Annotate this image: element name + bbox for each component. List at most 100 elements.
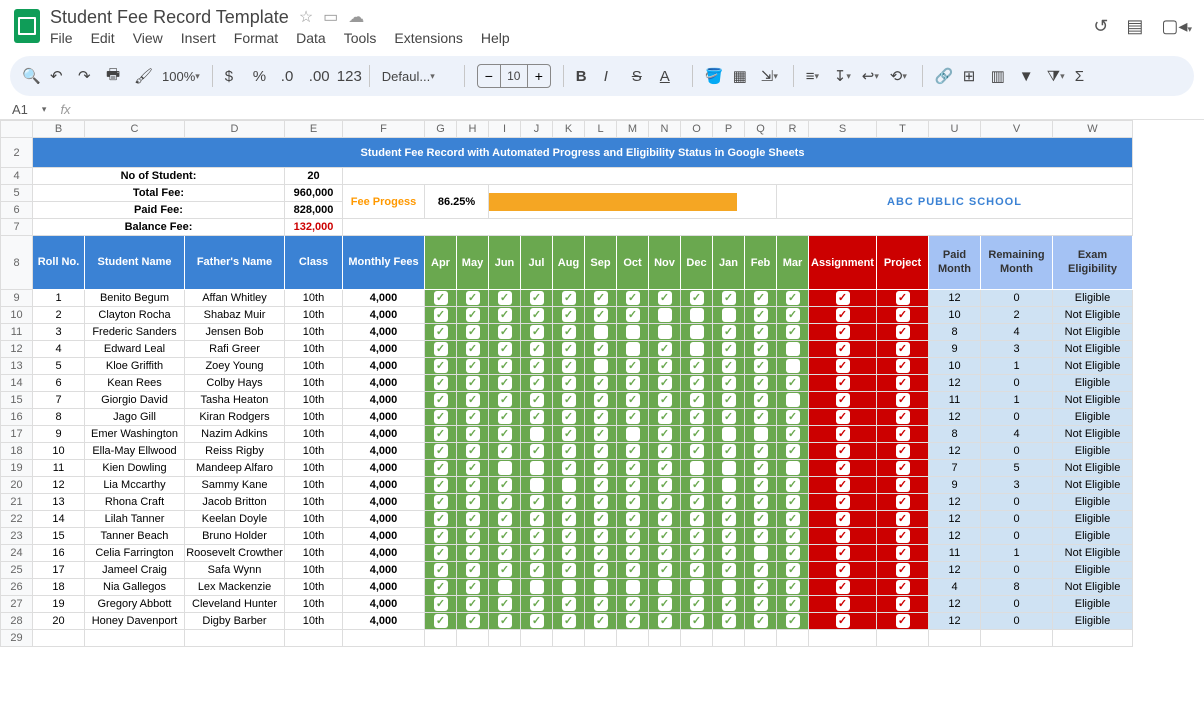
checkbox-icon[interactable]: ✓ <box>562 461 576 475</box>
cell-assign[interactable]: ✓ <box>809 562 877 579</box>
checkbox-icon[interactable]: ✓ <box>498 580 512 594</box>
cell-name[interactable]: Honey Davenport <box>85 613 185 630</box>
cell-remain[interactable]: 3 <box>981 341 1053 358</box>
cell-class[interactable]: 10th <box>285 562 343 579</box>
checkbox-icon[interactable]: ✓ <box>836 376 850 390</box>
cell-proj[interactable]: ✓ <box>877 528 929 545</box>
cell-name[interactable]: Nia Gallegos <box>85 579 185 596</box>
cell-proj[interactable]: ✓ <box>877 290 929 307</box>
cell-assign[interactable]: ✓ <box>809 426 877 443</box>
cell-paid[interactable]: 12 <box>929 409 981 426</box>
cell-roll[interactable]: 2 <box>33 307 85 324</box>
row-header[interactable]: 23 <box>1 528 33 545</box>
cell-month[interactable]: ✓ <box>425 307 457 324</box>
cell-month[interactable]: ✓ <box>457 494 489 511</box>
checkbox-icon[interactable]: ✓ <box>722 359 736 373</box>
checkbox-icon[interactable]: ✓ <box>626 495 640 509</box>
col-header[interactable]: P <box>713 121 745 138</box>
checkbox-icon[interactable]: ✓ <box>466 342 480 356</box>
checkbox-icon[interactable]: ✓ <box>498 444 512 458</box>
cell-month[interactable]: ✓ <box>425 460 457 477</box>
cell-month[interactable]: ✓ <box>489 375 521 392</box>
cell-proj[interactable]: ✓ <box>877 477 929 494</box>
cell-month[interactable]: ✓ <box>425 613 457 630</box>
checkbox-icon[interactable]: ✓ <box>836 325 850 339</box>
checkbox-icon[interactable]: ✓ <box>562 546 576 560</box>
cell-father[interactable]: Colby Hays <box>185 375 285 392</box>
dec-decrease-icon[interactable]: .0 <box>281 68 301 85</box>
checkbox-icon[interactable]: ✓ <box>690 512 704 526</box>
cell-month[interactable]: ✓ <box>489 358 521 375</box>
checkbox-icon[interactable]: ✓ <box>722 444 736 458</box>
checkbox-icon[interactable]: ✓ <box>786 291 800 305</box>
checkbox-icon[interactable]: ✓ <box>498 478 512 492</box>
cell-class[interactable]: 10th <box>285 579 343 596</box>
cell-month[interactable]: ✓ <box>457 307 489 324</box>
cell-month[interactable]: ✓ <box>585 392 617 409</box>
checkbox-icon[interactable]: ✓ <box>754 478 768 492</box>
spreadsheet-grid[interactable]: BCDEFGHIJKLMNOPQRSTUVW2Student Fee Recor… <box>0 120 1204 647</box>
checkbox-icon[interactable]: ✓ <box>786 563 800 577</box>
checkbox-icon[interactable]: ✓ <box>466 529 480 543</box>
cell-month[interactable]: ✓ <box>425 494 457 511</box>
checkbox-icon[interactable]: ✓ <box>836 580 850 594</box>
cell-month[interactable]: ✓ <box>457 426 489 443</box>
cell-month[interactable]: ✓ <box>585 290 617 307</box>
cell-month[interactable]: ✓ <box>521 460 553 477</box>
cell-remain[interactable]: 4 <box>981 324 1053 341</box>
cell-fee[interactable]: 4,000 <box>343 341 425 358</box>
cell-month[interactable]: ✓ <box>521 596 553 613</box>
strike-icon[interactable]: S <box>632 68 652 85</box>
cell-month[interactable]: ✓ <box>585 307 617 324</box>
checkbox-icon[interactable]: ✓ <box>836 563 850 577</box>
col-header[interactable]: R <box>777 121 809 138</box>
cell-month[interactable]: ✓ <box>777 341 809 358</box>
cell-month[interactable]: ✓ <box>649 324 681 341</box>
link-icon[interactable]: 🔗 <box>935 67 955 85</box>
checkbox-icon[interactable]: ✓ <box>690 308 704 322</box>
cell-father[interactable]: Jacob Britton <box>185 494 285 511</box>
cell-month[interactable]: ✓ <box>681 613 713 630</box>
cell-month[interactable]: ✓ <box>489 324 521 341</box>
checkbox-icon[interactable]: ✓ <box>498 614 512 628</box>
col-header[interactable]: D <box>185 121 285 138</box>
checkbox-icon[interactable]: ✓ <box>658 427 672 441</box>
cell-month[interactable]: ✓ <box>425 545 457 562</box>
cell-month[interactable]: ✓ <box>649 545 681 562</box>
cell-fee[interactable]: 4,000 <box>343 426 425 443</box>
checkbox-icon[interactable]: ✓ <box>786 342 800 356</box>
cell-remain[interactable]: 0 <box>981 528 1053 545</box>
checkbox-icon[interactable]: ✓ <box>896 308 910 322</box>
dec-increase-icon[interactable]: .00 <box>309 68 329 85</box>
cell-month[interactable]: ✓ <box>617 307 649 324</box>
checkbox-icon[interactable]: ✓ <box>658 410 672 424</box>
cell-paid[interactable]: 11 <box>929 545 981 562</box>
cell-month[interactable]: ✓ <box>553 341 585 358</box>
checkbox-icon[interactable]: ✓ <box>836 427 850 441</box>
checkbox-icon[interactable]: ✓ <box>498 359 512 373</box>
cell-month[interactable]: ✓ <box>553 579 585 596</box>
cell-month[interactable]: ✓ <box>713 426 745 443</box>
row-header[interactable]: 26 <box>1 579 33 596</box>
cell-month[interactable]: ✓ <box>649 460 681 477</box>
cell-month[interactable]: ✓ <box>457 579 489 596</box>
checkbox-icon[interactable]: ✓ <box>530 597 544 611</box>
checkbox-icon[interactable]: ✓ <box>754 410 768 424</box>
checkbox-icon[interactable]: ✓ <box>836 461 850 475</box>
cell-month[interactable]: ✓ <box>457 341 489 358</box>
cell-month[interactable]: ✓ <box>585 528 617 545</box>
checkbox-icon[interactable]: ✓ <box>626 597 640 611</box>
cell-month[interactable]: ✓ <box>585 545 617 562</box>
cell-month[interactable]: ✓ <box>617 290 649 307</box>
cell-paid[interactable]: 12 <box>929 562 981 579</box>
cell-fee[interactable]: 4,000 <box>343 613 425 630</box>
checkbox-icon[interactable]: ✓ <box>658 359 672 373</box>
cell-assign[interactable]: ✓ <box>809 477 877 494</box>
text-color-icon[interactable]: A <box>660 68 680 85</box>
cell-paid[interactable]: 9 <box>929 477 981 494</box>
cell-month[interactable]: ✓ <box>521 324 553 341</box>
checkbox-icon[interactable]: ✓ <box>690 410 704 424</box>
checkbox-icon[interactable]: ✓ <box>722 563 736 577</box>
cell-month[interactable]: ✓ <box>489 562 521 579</box>
cell-month[interactable]: ✓ <box>617 341 649 358</box>
